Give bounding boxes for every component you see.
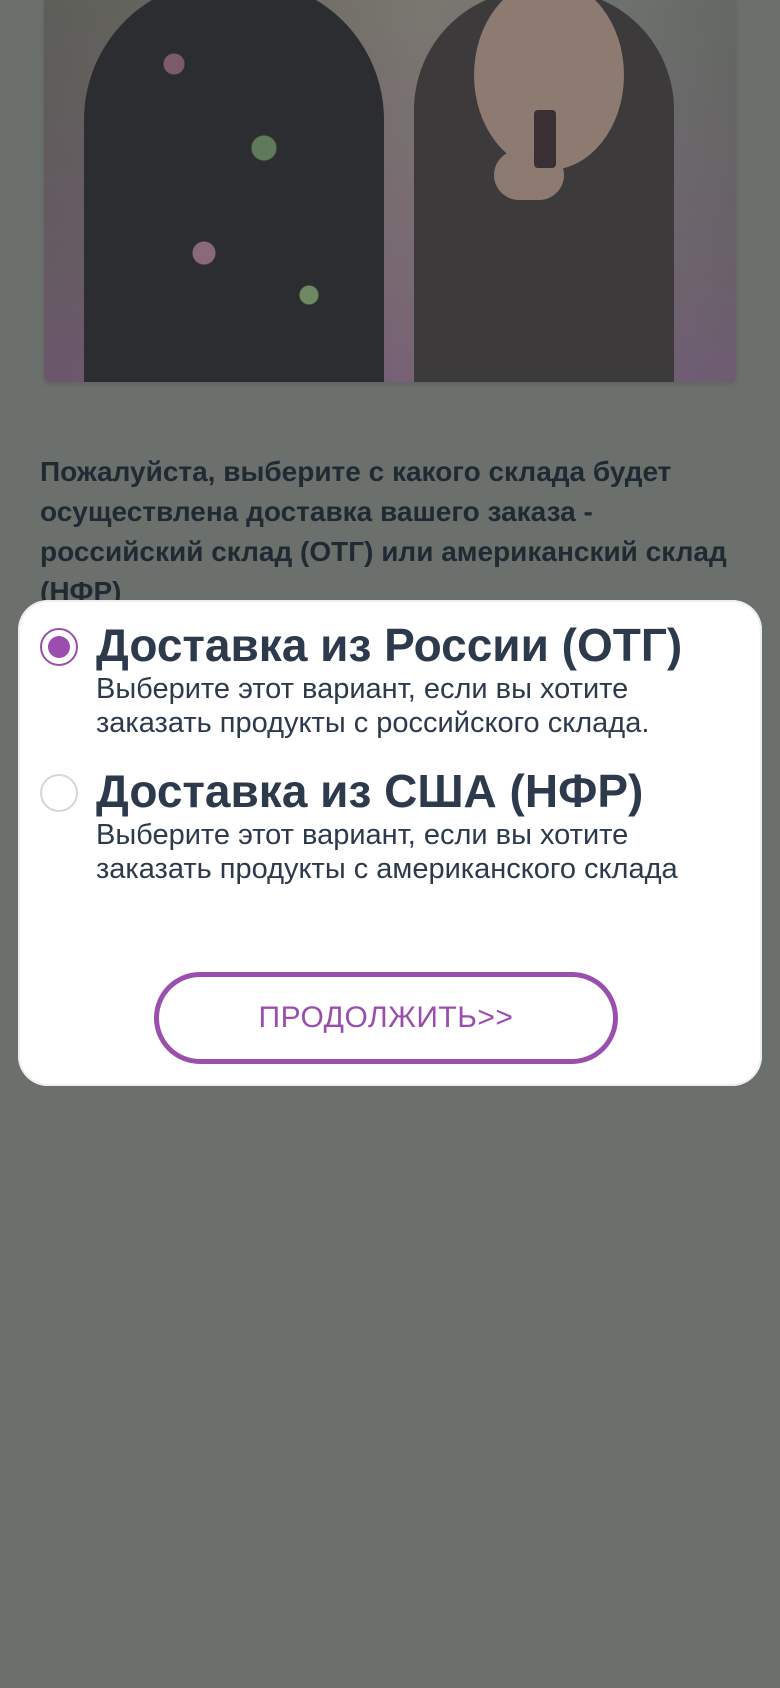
option-russia-description: Выберите этот вариант, если вы хотите за… [96, 673, 650, 739]
radio-russia-selected-icon[interactable] [40, 628, 78, 666]
delivery-choice-dialog: Доставка из России (ОТГ) Выберите этот в… [18, 600, 762, 1086]
option-usa-text: Доставка из США (НФР) Выберите этот вари… [96, 764, 736, 886]
photo-oil-bottle [534, 110, 556, 168]
hero-photo [44, 0, 736, 382]
page: Пожалуйста, выберите с какого склада буд… [0, 0, 780, 1688]
continue-button[interactable]: ПРОДОЛЖИТЬ>> [154, 972, 618, 1064]
option-russia-text: Доставка из России (ОТГ) Выберите этот в… [96, 618, 736, 740]
option-russia-title: Доставка из России (ОТГ) [96, 619, 683, 671]
option-russia-delivery[interactable]: Доставка из России (ОТГ) Выберите этот в… [40, 618, 740, 740]
radio-usa-unselected-icon[interactable] [40, 774, 78, 812]
warehouse-instruction-text: Пожалуйста, выберите с какого склада буд… [40, 456, 727, 607]
option-usa-description: Выберите этот вариант, если вы хотите за… [96, 819, 678, 885]
option-usa-title: Доставка из США (НФР) [96, 765, 644, 817]
option-usa-delivery[interactable]: Доставка из США (НФР) Выберите этот вари… [40, 764, 740, 886]
photo-woman-figure [84, 0, 384, 382]
